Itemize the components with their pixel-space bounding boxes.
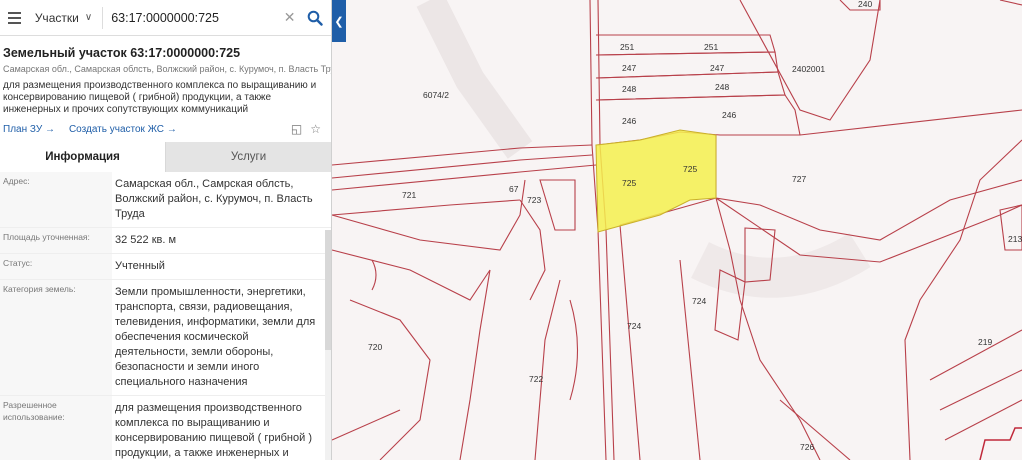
row-value: для размещения производственного комплек… [115, 402, 312, 459]
chevron-down-icon: ∨ [84, 12, 93, 23]
row-value: Учтенный [115, 260, 165, 272]
row-label: Адрес: [0, 172, 112, 227]
attribute-table: Адрес: Самарская обл., Самрская облсть, … [0, 172, 331, 460]
map-label: 725 [622, 178, 636, 188]
map-label: 724 [627, 321, 641, 331]
parcel-address-short: Самарская обл., Самарская облсть, Волжск… [3, 64, 332, 74]
map-label: 67 [509, 184, 519, 194]
map-label: 219 [978, 337, 992, 347]
parcel-purpose: для размещения производственного комплек… [3, 80, 317, 115]
map-label: 720 [368, 342, 382, 352]
table-row: Адрес: Самарская обл., Самрская облсть, … [0, 172, 331, 228]
layer-select-label: Участки [34, 10, 79, 25]
star-icon[interactable]: ☆ [310, 122, 321, 136]
table-row: Статус: Учтенный [0, 254, 331, 280]
info-tabs: Информация Услуги [0, 142, 331, 172]
map-label: 247 [710, 63, 724, 73]
table-row: Категория земель: Земли промышленности, … [0, 280, 331, 396]
search-bar: Участки ∨ ✕ [0, 0, 331, 36]
map-label: 251 [704, 42, 718, 52]
layer-select[interactable]: Участки ∨ [27, 6, 104, 29]
map-label: 251 [620, 42, 634, 52]
menu-icon[interactable] [0, 11, 27, 24]
map-label: 246 [622, 116, 636, 126]
map-label: 213 [1008, 234, 1022, 244]
map-label: 2402001 [792, 64, 825, 74]
map-label: 725 [683, 164, 697, 174]
parcel-links: План ЗУ → Создать участок ЖС → ◱ ☆ [3, 122, 331, 136]
parcel-title: Земельный участок 63:17:0000000:725 [3, 46, 241, 60]
map-label: 240 [858, 0, 872, 9]
row-label: Разрешенное использование: [0, 396, 112, 460]
chevron-left-icon: ❮ [334, 15, 344, 28]
map-label: 248 [622, 84, 636, 94]
collapse-panel-button[interactable]: ❮ [332, 0, 346, 42]
tab-services[interactable]: Услуги [165, 142, 331, 172]
map-label: 722 [529, 374, 543, 384]
arrow-right-icon: → [44, 123, 55, 135]
plan-link[interactable]: План ЗУ → [3, 124, 55, 135]
bookmark-search-icon[interactable]: ◱ [291, 122, 302, 136]
map-label: 248 [715, 82, 729, 92]
map-label: 721 [402, 190, 416, 200]
tab-info[interactable]: Информация [0, 142, 165, 172]
create-parcel-link-label: Создать участок ЖС [68, 123, 165, 135]
map-label: 723 [527, 195, 541, 205]
table-row: Разрешенное использование: для размещени… [0, 396, 331, 460]
search-button[interactable] [299, 0, 331, 36]
scrollbar-thumb[interactable] [325, 230, 331, 350]
plan-link-label: План ЗУ [3, 123, 43, 135]
map-label: 727 [792, 174, 806, 184]
row-label: Категория земель: [0, 280, 112, 395]
map-label: 6074/2 [423, 90, 449, 100]
table-row: Площадь уточненная: 32 522 кв. м [0, 228, 331, 254]
search-input[interactable] [103, 6, 281, 29]
map-label: 726 [800, 442, 814, 452]
map-label: 724 [692, 296, 706, 306]
info-panel: Участки ∨ ✕ Земельный участок 63:17:0000… [0, 0, 332, 460]
row-label: Статус: [0, 254, 112, 279]
clear-icon[interactable]: ✕ [280, 9, 299, 26]
map-label: 246 [722, 110, 736, 120]
map-label: 247 [622, 63, 636, 73]
search-icon [307, 10, 323, 26]
arrow-right-icon: → [166, 123, 177, 135]
row-value: Самарская обл., Самрская облсть, Волжски… [115, 178, 313, 220]
row-label: Площадь уточненная: [0, 228, 112, 253]
row-value: Земли промышленности, энергетики, трансп… [115, 286, 316, 388]
parcel-header: Земельный участок 63:17:0000000:725 Сама… [0, 36, 331, 136]
create-parcel-link[interactable]: Создать участок ЖС → [69, 124, 177, 135]
row-value: 32 522 кв. м [115, 234, 177, 246]
